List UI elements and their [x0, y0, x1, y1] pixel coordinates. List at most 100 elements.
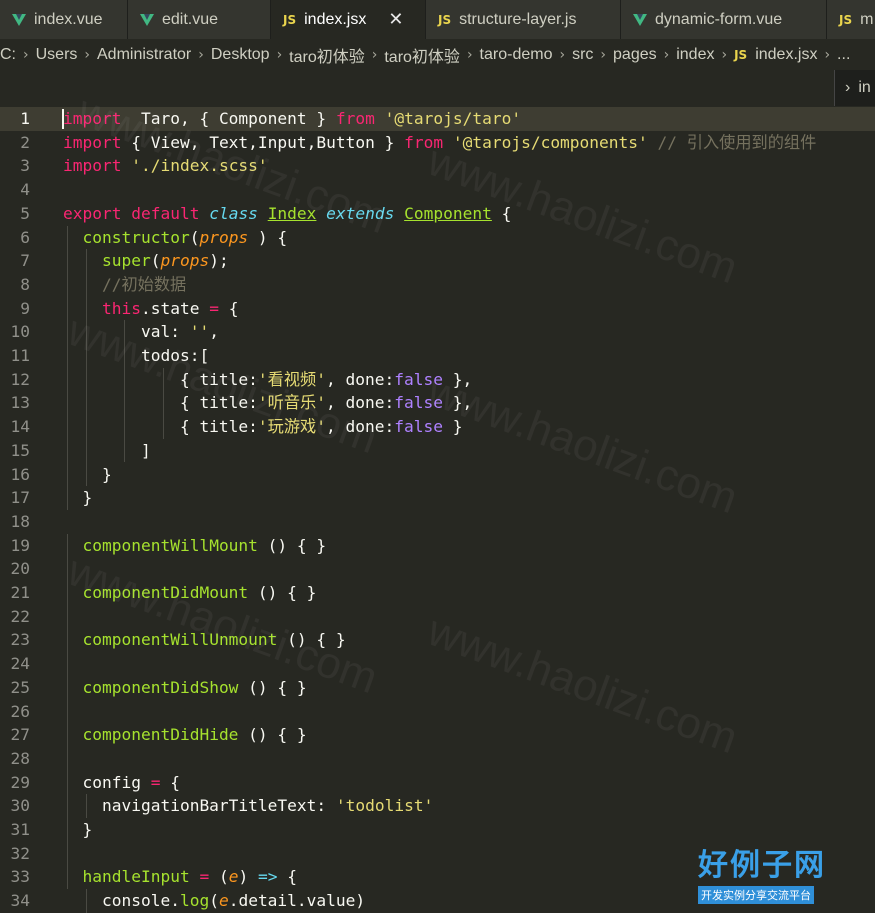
code-token: ,: [209, 322, 219, 342]
code-line[interactable]: 12 { title:'看视频', done:false },: [0, 368, 875, 392]
vue-icon: [633, 13, 647, 26]
code-line[interactable]: 6 constructor(props ) {: [0, 226, 875, 250]
line-code: import Taro, { Component } from '@tarojs…: [63, 107, 521, 131]
code-line[interactable]: 11 todos:[: [0, 344, 875, 368]
code-token: { title:: [63, 393, 258, 413]
line-code: import { View, Text,Input,Button } from …: [63, 131, 816, 155]
code-token: config: [63, 772, 151, 792]
line-number: 12: [10, 369, 31, 389]
breadcrumb-item[interactable]: pages: [613, 46, 657, 64]
code-line[interactable]: 1 import Taro, { Component } from '@taroj…: [0, 107, 875, 131]
code-line[interactable]: 22: [0, 605, 875, 629]
line-number: 34: [10, 891, 31, 911]
line-number: 7: [20, 251, 30, 271]
breadcrumb-item[interactable]: Desktop: [211, 46, 270, 64]
code-line[interactable]: 29 config = {: [0, 771, 875, 795]
code-token: this: [101, 298, 141, 318]
code-line[interactable]: 26: [0, 700, 875, 724]
code-token: () { }: [277, 630, 346, 650]
breadcrumb-ellipsis[interactable]: ...: [837, 46, 850, 64]
code-token: { title:: [63, 369, 258, 389]
code-line[interactable]: 2 import { View, Text,Input,Button } from…: [0, 131, 875, 155]
code-line[interactable]: 16 }: [0, 463, 875, 487]
editor-tab-bar: index.vue edit.vue JS index.jsx ✕ JS structure…: [0, 0, 875, 39]
code-line[interactable]: 24: [0, 652, 875, 676]
logo-subtitle: 开发实例分享交流平台: [698, 886, 814, 904]
line-number: 11: [10, 346, 31, 365]
close-icon[interactable]: ✕: [388, 9, 403, 30]
tab-edit-vue[interactable]: edit.vue: [128, 0, 271, 39]
line-number: 1: [20, 109, 30, 128]
line-number: 2: [20, 132, 30, 152]
code-line[interactable]: 5 export default class Index extends Comp…: [0, 202, 875, 226]
line-code: componentDidHide () { }: [63, 723, 307, 747]
code-token: (: [209, 867, 229, 887]
code-token: import: [63, 156, 122, 176]
code-line[interactable]: 21 componentDidMount () { }: [0, 581, 875, 605]
site-logo: 好例子网 开发实例分享交流平台: [698, 840, 843, 904]
code-line[interactable]: 9 this.state = {: [0, 297, 875, 321]
code-token: extends: [326, 203, 395, 223]
tab-index-jsx[interactable]: JS index.jsx ✕: [271, 0, 426, 39]
breadcrumb-item[interactable]: Users: [36, 46, 78, 64]
line-number: 14: [10, 417, 31, 437]
indent-guide: [67, 225, 68, 510]
js-icon: JS: [839, 12, 853, 27]
tab-index-vue[interactable]: index.vue: [0, 0, 128, 39]
code-token: (: [209, 891, 219, 911]
code-token: ]: [63, 440, 151, 460]
code-token: from: [335, 109, 375, 128]
code-line[interactable]: 7 super(props);: [0, 249, 875, 273]
line-number: 29: [10, 772, 31, 792]
code-line[interactable]: 10 val: '',: [0, 320, 875, 344]
breadcrumb-item[interactable]: index: [676, 46, 714, 64]
breadcrumb-file[interactable]: index.jsx: [755, 46, 817, 64]
code-token: '@tarojs/components': [452, 132, 648, 152]
breadcrumb-item[interactable]: taro-demo: [480, 46, 553, 64]
code-line[interactable]: 25 componentDidShow () { }: [0, 676, 875, 700]
code-line[interactable]: 8 //初始数据: [0, 273, 875, 297]
code-line[interactable]: 27 componentDidHide () { }: [0, 723, 875, 747]
code-token: );: [209, 251, 229, 271]
line-number: 4: [20, 180, 30, 200]
chevron-right-icon: ›: [84, 46, 90, 63]
breadcrumb-item[interactable]: Administrator: [97, 46, 191, 64]
chevron-right-icon[interactable]: ›: [845, 79, 850, 97]
code-line[interactable]: 31 }: [0, 818, 875, 842]
breadcrumb-item[interactable]: taro初体验: [289, 43, 365, 67]
code-line[interactable]: 15 ]: [0, 439, 875, 463]
code-line[interactable]: 28: [0, 747, 875, 771]
code-line[interactable]: 4: [0, 178, 875, 202]
code-token: todos:[: [63, 346, 210, 365]
tab-label: m: [860, 10, 874, 28]
breadcrumb-item[interactable]: C:: [0, 46, 16, 64]
tab-m[interactable]: JS m: [827, 0, 875, 39]
chevron-right-icon: ›: [663, 46, 670, 63]
code-token: // 引入使用到的组件: [657, 132, 817, 152]
breadcrumb-item[interactable]: src: [572, 46, 593, 64]
code-line[interactable]: 18: [0, 510, 875, 534]
tab-label: index.vue: [34, 10, 103, 28]
code-line[interactable]: 17 }: [0, 486, 875, 510]
code-line[interactable]: 3 import './index.scss': [0, 154, 875, 178]
line-code: import './index.scss': [63, 154, 268, 178]
tab-label: index.jsx: [304, 10, 367, 28]
code-line[interactable]: 13 { title:'听音乐', done:false },: [0, 391, 875, 415]
code-line[interactable]: 23 componentWillUnmount () { }: [0, 628, 875, 652]
outline-peek[interactable]: › in: [834, 70, 875, 106]
line-code: { title:'玩游戏', done:false }: [63, 415, 463, 439]
code-line[interactable]: 14 { title:'玩游戏', done:false }: [0, 415, 875, 439]
code-line[interactable]: 20: [0, 557, 875, 581]
code-token: //初始数据: [101, 274, 187, 294]
vue-icon: [12, 13, 26, 26]
line-number: 26: [10, 701, 31, 721]
breadcrumb-item[interactable]: taro初体验: [384, 43, 460, 67]
code-editor[interactable]: 1 import Taro, { Component } from '@taroj…: [0, 107, 875, 913]
line-code: super(props);: [63, 249, 229, 273]
tab-dynamic-form-vue[interactable]: dynamic-form.vue: [621, 0, 827, 39]
code-line[interactable]: 19 componentWillMount () { }: [0, 534, 875, 558]
tab-structure-layer-js[interactable]: JS structure-layer.js: [426, 0, 621, 39]
code-line[interactable]: 30 navigationBarTitleText: 'todolist': [0, 794, 875, 818]
chevron-right-icon: ›: [721, 46, 728, 63]
